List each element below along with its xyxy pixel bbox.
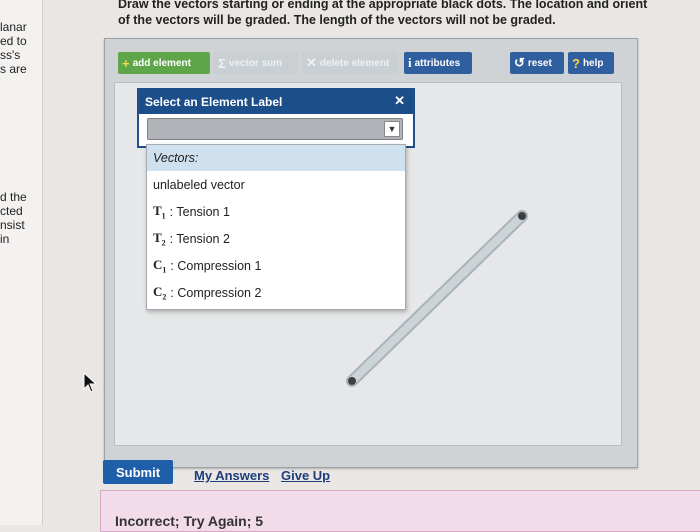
submit-button[interactable]: Submit: [103, 460, 173, 484]
label-dropdown-list: Vectors: unlabeled vector T1 : Tension 1…: [146, 144, 406, 310]
give-up-link[interactable]: Give Up: [281, 468, 330, 483]
dropdown-group-header: Vectors:: [147, 145, 405, 171]
dropdown-option-unlabeled[interactable]: unlabeled vector: [147, 171, 405, 198]
close-icon[interactable]: ✕: [394, 93, 405, 109]
mouse-cursor-icon: [83, 372, 98, 393]
option-symbol: T2: [153, 229, 166, 248]
option-label: : Compression 2: [170, 285, 262, 300]
my-answers-link[interactable]: My Answers: [194, 468, 269, 483]
dialog-header: Select an Element Label ✕: [139, 90, 413, 114]
label-select[interactable]: ▼: [147, 118, 403, 140]
vector-endpoint-dot[interactable]: [518, 212, 526, 220]
feedback-text: Incorrect; Try Again; 5: [115, 513, 264, 529]
element-label-dialog: Select an Element Label ✕ ▼: [137, 88, 415, 148]
dropdown-option-t1[interactable]: T1 : Tension 1: [147, 198, 405, 225]
option-label: : Compression 1: [170, 258, 262, 273]
dropdown-option-t2[interactable]: T2 : Tension 2: [147, 225, 405, 252]
feedback-banner: Incorrect; Try Again; 5: [100, 490, 700, 532]
option-symbol: C2: [153, 283, 167, 302]
chevron-down-icon[interactable]: ▼: [384, 121, 400, 137]
option-symbol: T1: [153, 202, 166, 221]
option-label: : Tension 1: [169, 204, 230, 219]
option-label: : Tension 2: [169, 231, 230, 246]
dropdown-option-c2[interactable]: C2 : Compression 2: [147, 279, 405, 306]
option-label: unlabeled vector: [153, 177, 245, 192]
vector-start-dot[interactable]: [348, 377, 356, 385]
option-symbol: C1: [153, 256, 167, 275]
dialog-title: Select an Element Label: [145, 95, 283, 109]
dropdown-option-c1[interactable]: C1 : Compression 1: [147, 252, 405, 279]
